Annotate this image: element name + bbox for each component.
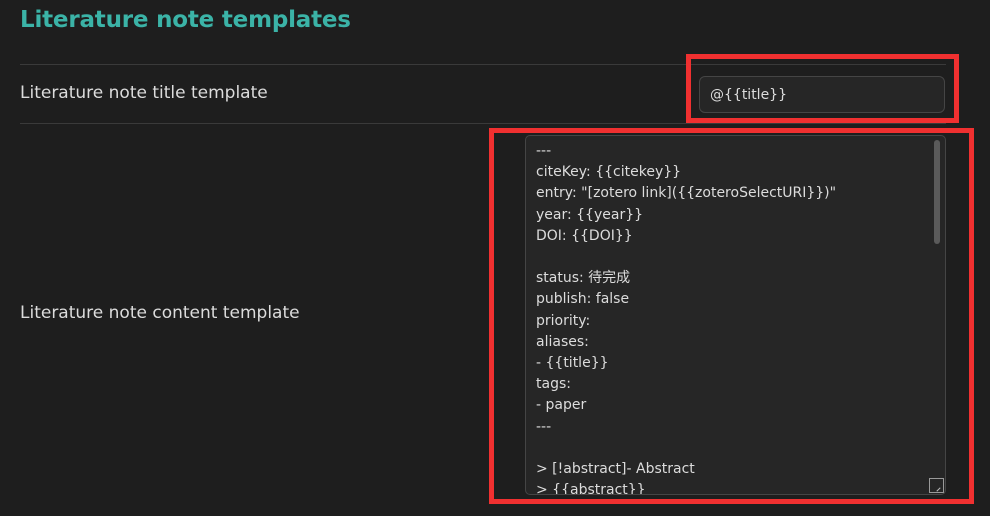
title-template-input[interactable] (699, 76, 945, 113)
section-title: Literature note templates (20, 7, 351, 33)
resize-handle[interactable] (929, 478, 944, 493)
content-template-textarea[interactable]: --- citeKey: {{citekey}} entry: "[zotero… (525, 135, 946, 495)
content-template-text[interactable]: --- citeKey: {{citekey}} entry: "[zotero… (526, 136, 931, 494)
divider (20, 64, 946, 65)
title-template-label: Literature note title template (20, 83, 268, 103)
scrollbar-thumb[interactable] (934, 140, 940, 244)
content-template-label: Literature note content template (20, 303, 300, 323)
settings-page: Literature note templates Literature not… (0, 0, 990, 516)
divider (20, 123, 946, 124)
